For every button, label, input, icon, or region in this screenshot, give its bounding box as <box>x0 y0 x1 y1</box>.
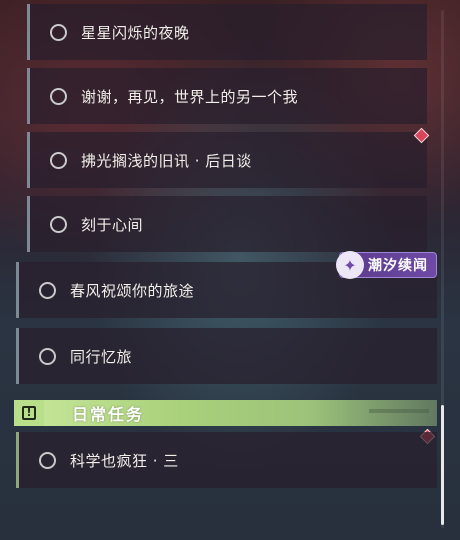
quest-item[interactable]: 拂光搁浅的旧讯 · 后日谈 <box>27 132 427 188</box>
quest-label: 刻于心间 <box>81 215 144 234</box>
quest-label: 科学也疯狂 · 三 <box>70 451 179 470</box>
quest-label: 春风祝颂你的旅途 <box>70 281 195 300</box>
quest-label: 星星闪烁的夜晚 <box>81 23 190 42</box>
quest-item[interactable]: 同行忆旅 <box>16 328 437 384</box>
spiral-icon: ✦ <box>336 251 364 279</box>
daily-quests-header[interactable]: ! 日常任务 <box>14 400 437 426</box>
header-decoration <box>369 409 429 413</box>
badge-label: 潮汐续闻 <box>368 258 428 274</box>
tide-continuation-badge: ✦ 潮汐续闻 <box>336 251 437 279</box>
quest-status-circle-icon <box>39 281 56 299</box>
quest-status-circle-icon <box>50 87 67 105</box>
daily-quest-item[interactable]: 科学也疯狂 · 三 <box>16 432 437 488</box>
section-title: 日常任务 <box>72 405 145 424</box>
quest-status-circle-icon <box>39 347 56 365</box>
quest-item[interactable]: 谢谢，再见，世界上的另一个我 <box>27 68 427 124</box>
scrollbar-thumb[interactable] <box>441 405 444 525</box>
quest-item[interactable]: 刻于心间 <box>27 196 427 252</box>
quest-label: 谢谢，再见，世界上的另一个我 <box>81 87 299 106</box>
quest-status-circle-icon <box>50 151 67 169</box>
quest-status-circle-icon <box>50 215 67 233</box>
quest-status-circle-icon <box>39 451 56 469</box>
quest-label: 同行忆旅 <box>70 347 133 366</box>
exclamation-box-icon: ! <box>14 400 44 426</box>
quest-status-circle-icon <box>50 23 67 41</box>
quest-label: 拂光搁浅的旧讯 · 后日谈 <box>81 151 252 170</box>
quest-item[interactable]: 星星闪烁的夜晚 <box>27 4 427 60</box>
